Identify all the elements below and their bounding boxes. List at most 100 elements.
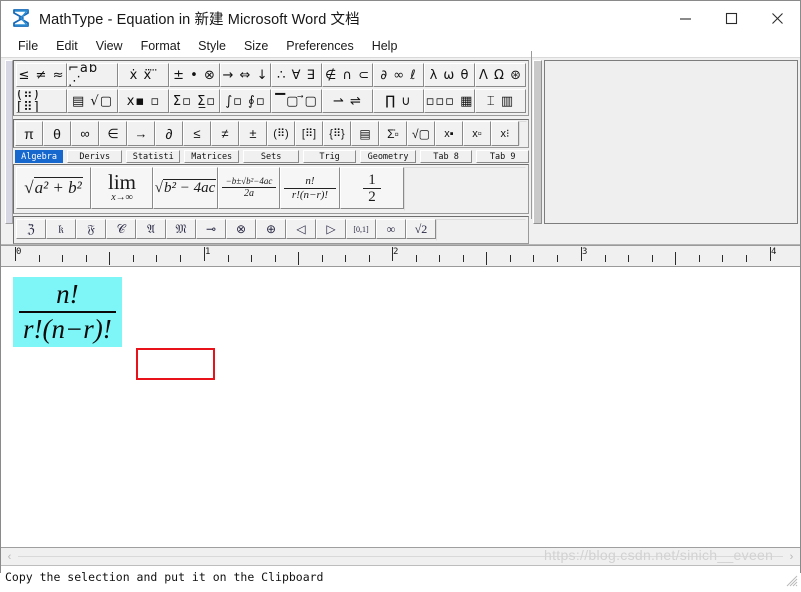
algebra-template-bar: √a² + b² lim x→∞ √b² − 4ac −b±√b²−4ac 2a… bbox=[13, 164, 529, 214]
element-of-button[interactable]: ∈ bbox=[99, 121, 127, 146]
greek-lowercase-palette[interactable]: λ ω θ bbox=[424, 63, 475, 87]
misc-symbols-palette[interactable]: ∂ ∞ ℓ bbox=[373, 63, 424, 87]
circled-times-slash-button[interactable]: ⊗ bbox=[226, 219, 256, 239]
script-c-button[interactable]: 𝒞 bbox=[106, 219, 136, 239]
tab-sets[interactable]: Sets bbox=[243, 150, 299, 163]
left-triangle-button[interactable]: ◁ bbox=[286, 219, 316, 239]
fraktur-m-button[interactable]: 𝔐 bbox=[166, 219, 196, 239]
operators-palette[interactable]: ± • ⊗ bbox=[169, 63, 220, 87]
one-half-template[interactable]: 1 2 bbox=[340, 167, 404, 209]
fences-template[interactable]: (⠿) [⠿] bbox=[16, 89, 67, 113]
toolbar-drag-grip[interactable] bbox=[5, 60, 13, 224]
spaces-leaders-palette[interactable]: ⌐ab ⋰ bbox=[67, 63, 118, 87]
matrix-fence-template[interactable]: ⌶ ▥ bbox=[475, 89, 526, 113]
sqrt-two-button[interactable]: √2 bbox=[406, 219, 436, 239]
underbar-overbar-template[interactable]: ▔▢ ⃗▢ bbox=[271, 89, 322, 113]
minimize-button[interactable] bbox=[662, 1, 708, 35]
tab-trig[interactable]: Trig bbox=[302, 150, 357, 163]
right-arrow-button[interactable]: → bbox=[127, 121, 155, 146]
greek-lowercase-palette-glyphs: λ ω θ bbox=[429, 67, 470, 83]
toolbar-right-grip[interactable] bbox=[533, 60, 542, 224]
maximize-button[interactable] bbox=[708, 1, 754, 35]
fraction-button[interactable]: ▤ bbox=[351, 121, 379, 146]
theta-button[interactable]: θ bbox=[43, 121, 71, 146]
labeled-arrow-template[interactable]: ⇀ ⇌ bbox=[322, 89, 373, 113]
matrix-template[interactable]: ▫▫▫ ▦ bbox=[424, 89, 475, 113]
fraktur-f-button[interactable]: 𝔉 bbox=[76, 219, 106, 239]
limit-template[interactable]: lim x→∞ bbox=[91, 167, 153, 209]
partial-derivative-button[interactable]: ∂ bbox=[155, 121, 183, 146]
ruler-label-4: 4 bbox=[771, 247, 777, 257]
integral-template[interactable]: ∫▫ ∮▫ bbox=[220, 89, 271, 113]
fraktur-a-button[interactable]: 𝔄 bbox=[136, 219, 166, 239]
menu-view[interactable]: View bbox=[87, 37, 132, 55]
close-button[interactable] bbox=[754, 1, 800, 35]
paren-fence-button[interactable]: (⠿) bbox=[267, 121, 295, 146]
menu-format[interactable]: Format bbox=[132, 37, 190, 55]
set-theory-palette[interactable]: ∉ ∩ ⊂ bbox=[322, 63, 373, 87]
sqrt-discriminant-template[interactable]: √b² − 4ac bbox=[153, 167, 218, 209]
equation-edit-area[interactable]: n! r!(n−r)! Cut Copy Paste Clear Custom … bbox=[1, 267, 800, 547]
brace-fence-button[interactable]: {⠿} bbox=[323, 121, 351, 146]
tab-8[interactable]: Tab 8 bbox=[419, 150, 473, 163]
circled-plus-button[interactable]: ⊕ bbox=[256, 219, 286, 239]
algebra-template-filler bbox=[404, 167, 526, 211]
selected-equation[interactable]: n! r!(n−r)! bbox=[13, 277, 122, 347]
embellishments-palette[interactable]: ẋ ẍ ⃛ bbox=[118, 63, 169, 87]
infinity-button[interactable]: ∞ bbox=[71, 121, 99, 146]
fraktur-k-button[interactable]: 𝔨 bbox=[46, 219, 76, 239]
extra-symbol-row: ℨ 𝔨 𝔉 𝒞 𝔄 𝔐 ⊸ ⊗ ⊕ ◁ ▷ [0,1] ∞ √2 bbox=[15, 218, 527, 242]
scroll-right-arrow-icon[interactable]: › bbox=[783, 549, 800, 564]
menu-preferences[interactable]: Preferences bbox=[277, 37, 362, 55]
less-equal-button[interactable]: ≤ bbox=[183, 121, 211, 146]
summation-template[interactable]: Σ▫ Σ̲▫ bbox=[169, 89, 220, 113]
labeled-arrow-template-glyphs: ⇀ ⇌ bbox=[333, 93, 362, 109]
tab-derivs-label: Derivs bbox=[79, 152, 111, 162]
multimap-button[interactable]: ⊸ bbox=[196, 219, 226, 239]
logical-palette[interactable]: ∴ ∀ ∃ bbox=[271, 63, 322, 87]
product-set-theory-template[interactable]: ∏ ∪ bbox=[373, 89, 424, 113]
tab-geometry[interactable]: Geometry bbox=[360, 150, 416, 163]
resize-grip-icon[interactable] bbox=[784, 573, 798, 587]
tab-matrices[interactable]: Matrices bbox=[184, 150, 240, 163]
fraction-radical-template-glyphs: ▤ √▢ bbox=[72, 93, 113, 109]
matrix-fence-template-glyphs: ⌶ ▥ bbox=[486, 93, 515, 109]
interval-button[interactable]: [0,1] bbox=[346, 219, 376, 239]
radical-button[interactable]: √▢ bbox=[407, 121, 435, 146]
subscript-superscript-template[interactable]: x▪ ▫ bbox=[118, 89, 169, 113]
sub-superscript-button[interactable]: x⁝ bbox=[491, 121, 519, 146]
combination-formula-template[interactable]: n! r!(n−r)! bbox=[280, 167, 340, 209]
pi-button[interactable]: π bbox=[15, 121, 43, 146]
fraction-radical-template[interactable]: ▤ √▢ bbox=[67, 89, 118, 113]
quadratic-formula-template[interactable]: −b±√b²−4ac 2a bbox=[218, 167, 280, 209]
not-equal-button[interactable]: ≠ bbox=[211, 121, 239, 146]
menu-help[interactable]: Help bbox=[363, 37, 407, 55]
bracket-fence-button[interactable]: [⠿] bbox=[295, 121, 323, 146]
fraktur-z-button[interactable]: ℨ bbox=[16, 219, 46, 239]
ruler[interactable]: 0 1 2 3 4 bbox=[1, 245, 800, 267]
menu-style[interactable]: Style bbox=[189, 37, 235, 55]
menu-file[interactable]: File bbox=[9, 37, 47, 55]
subscript-button[interactable]: x▫ bbox=[463, 121, 491, 146]
superscript-button[interactable]: x▪ bbox=[435, 121, 463, 146]
tab-algebra[interactable]: Algebra bbox=[15, 150, 64, 163]
relations-palette[interactable]: ≤ ≠ ≈ bbox=[16, 63, 67, 87]
greek-uppercase-palette[interactable]: Λ Ω ⊛ bbox=[475, 63, 526, 87]
logical-palette-glyphs: ∴ ∀ ∃ bbox=[277, 67, 316, 83]
right-triangle-button[interactable]: ▷ bbox=[316, 219, 346, 239]
tab-statistics[interactable]: Statisti bbox=[126, 150, 181, 163]
sqrt-a2-plus-b2-glyph: √a² + b² bbox=[24, 177, 83, 197]
tab-9[interactable]: Tab 9 bbox=[476, 150, 530, 163]
one-half-denominator: 2 bbox=[368, 188, 376, 205]
menu-size[interactable]: Size bbox=[235, 37, 277, 55]
quadratic-numerator: −b±√b²−4ac bbox=[225, 176, 273, 186]
summation-button[interactable]: Σ̇▫ bbox=[379, 121, 407, 146]
scroll-left-arrow-icon[interactable]: ‹ bbox=[1, 549, 18, 564]
arrows-palette[interactable]: → ⇔ ↓ bbox=[220, 63, 271, 87]
plus-minus-button[interactable]: ± bbox=[239, 121, 267, 146]
menu-edit[interactable]: Edit bbox=[47, 37, 87, 55]
tab-derivs[interactable]: Derivs bbox=[67, 150, 123, 163]
infinity-button-2[interactable]: ∞ bbox=[376, 219, 406, 239]
ruler-major-tick bbox=[770, 247, 771, 261]
sqrt-a2-plus-b2-template[interactable]: √a² + b² bbox=[16, 167, 91, 209]
